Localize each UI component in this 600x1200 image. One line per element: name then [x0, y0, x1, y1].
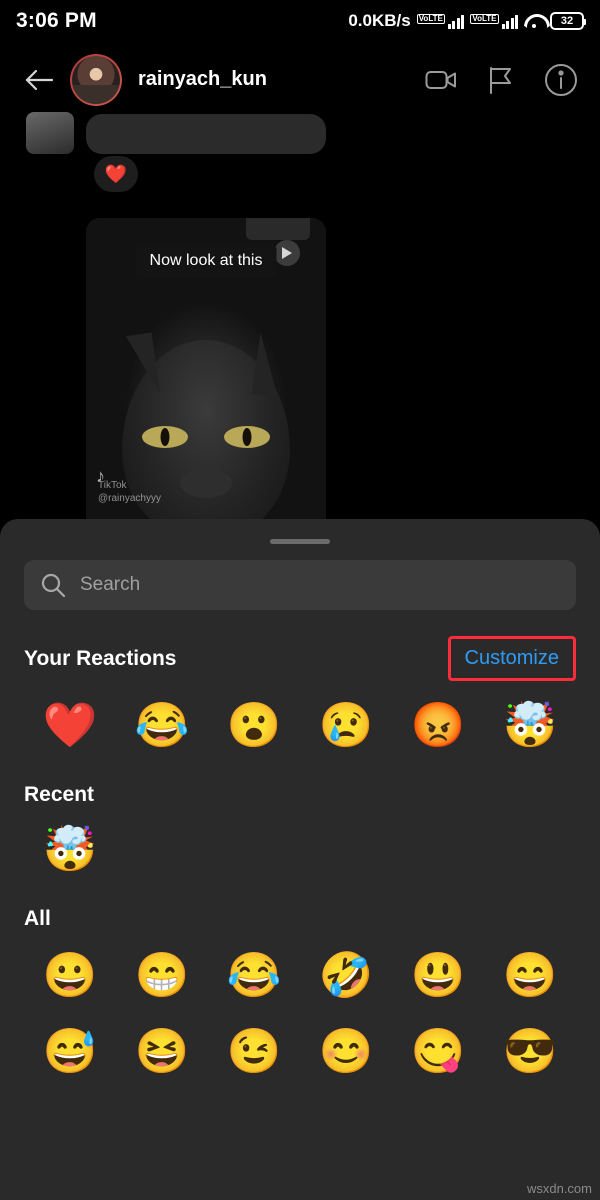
wifi-icon [524, 13, 544, 29]
message-thumbnail[interactable] [26, 112, 74, 154]
cat-ear-right [251, 332, 287, 398]
phone-screen: 3:06 PM 0.0KB/s VoLTE VoLTE 32 rainyach_… [0, 0, 600, 1200]
cat-snout [180, 468, 232, 498]
network-speed: 0.0KB/s [348, 11, 411, 30]
customize-button-highlight[interactable]: Customize [447, 636, 576, 681]
all-emoji-grid: 😀 😁 😂 🤣 😃 😄 😅 😆 😉 😊 😋 😎 [0, 931, 600, 1083]
video-caption: Now look at this [135, 244, 277, 278]
your-reactions-header: Your Reactions Customize [0, 610, 600, 681]
search-icon [40, 572, 66, 598]
search-section [0, 544, 600, 610]
message-bubble[interactable] [86, 114, 326, 154]
avatar[interactable] [70, 53, 122, 106]
message-reaction-badge[interactable]: ❤️ [94, 156, 138, 192]
search-box[interactable] [24, 560, 576, 610]
recent-emoji[interactable]: 🤯 [39, 819, 101, 881]
signal-bars-1-icon [447, 13, 465, 29]
volte-1-icon: VoLTE [416, 14, 445, 24]
chat-username[interactable]: rainyach_kun [138, 68, 424, 91]
customize-button[interactable]: Customize [465, 647, 559, 669]
header-actions [424, 63, 582, 97]
reaction-emoji[interactable]: 😂 [131, 695, 193, 757]
flag-icon[interactable] [484, 63, 518, 97]
all-emoji[interactable]: 😆 [131, 1021, 193, 1083]
all-emoji[interactable]: 😉 [223, 1021, 285, 1083]
all-emoji[interactable]: 😀 [39, 945, 101, 1007]
all-emoji[interactable]: 😄 [499, 945, 561, 1007]
status-time: 3:06 PM [16, 9, 97, 32]
sim1-signal: VoLTE [416, 13, 465, 29]
all-emoji[interactable]: 😋 [407, 1021, 469, 1083]
status-icons: 0.0KB/s VoLTE VoLTE 32 [348, 11, 586, 31]
all-emoji[interactable]: 😁 [131, 945, 193, 1007]
info-circle-icon[interactable] [544, 63, 578, 97]
emoji-reaction-sheet: Your Reactions Customize ❤️ 😂 😮 😢 😡 🤯 Re… [0, 519, 600, 1200]
search-input[interactable] [80, 574, 560, 596]
page-watermark: wsxdn.com [526, 1181, 592, 1196]
cat-head [122, 332, 290, 540]
all-emoji[interactable]: 😎 [499, 1021, 561, 1083]
status-bar: 3:06 PM 0.0KB/s VoLTE VoLTE 32 [0, 0, 600, 42]
back-arrow-icon[interactable] [18, 59, 60, 101]
all-emoji[interactable]: 😅 [39, 1021, 101, 1083]
cat-eye-left [142, 426, 188, 448]
reaction-emoji[interactable]: 😡 [407, 695, 469, 757]
tiktok-handle: @rainyachyyy [98, 492, 161, 504]
your-reactions-title: Your Reactions [24, 646, 177, 670]
all-emoji[interactable]: 😂 [223, 945, 285, 1007]
all-emoji[interactable]: 😃 [407, 945, 469, 1007]
all-emoji[interactable]: 🤣 [315, 945, 377, 1007]
your-reactions-grid: ❤️ 😂 😮 😢 😡 🤯 [0, 681, 600, 757]
reaction-emoji[interactable]: 😮 [223, 695, 285, 757]
reaction-emoji[interactable]: ❤️ [39, 695, 101, 757]
play-icon[interactable] [274, 240, 300, 266]
cat-ear-left [125, 332, 161, 398]
avatar-image [72, 55, 120, 104]
battery-icon: 32 [550, 12, 586, 30]
recent-grid: 🤯 [0, 807, 600, 881]
reaction-emoji[interactable]: 😢 [315, 695, 377, 757]
tiktok-watermark: TikTok @rainyachyyy [98, 480, 161, 505]
signal-bars-2-icon [501, 13, 518, 29]
reaction-emoji[interactable]: 🤯 [499, 695, 561, 757]
volte-2-icon: VoLTE [470, 14, 499, 24]
video-camera-icon[interactable] [424, 63, 458, 97]
recent-title: Recent [24, 783, 95, 806]
sim2-signal: VoLTE [470, 13, 518, 29]
battery-level: 32 [560, 15, 574, 27]
all-emoji[interactable]: 😊 [315, 1021, 377, 1083]
cat-eye-right [224, 426, 270, 448]
all-title: All [24, 907, 51, 930]
video-top-strip [246, 218, 310, 240]
chat-header: rainyach_kun [0, 42, 600, 117]
tiktok-label: TikTok [98, 480, 127, 491]
